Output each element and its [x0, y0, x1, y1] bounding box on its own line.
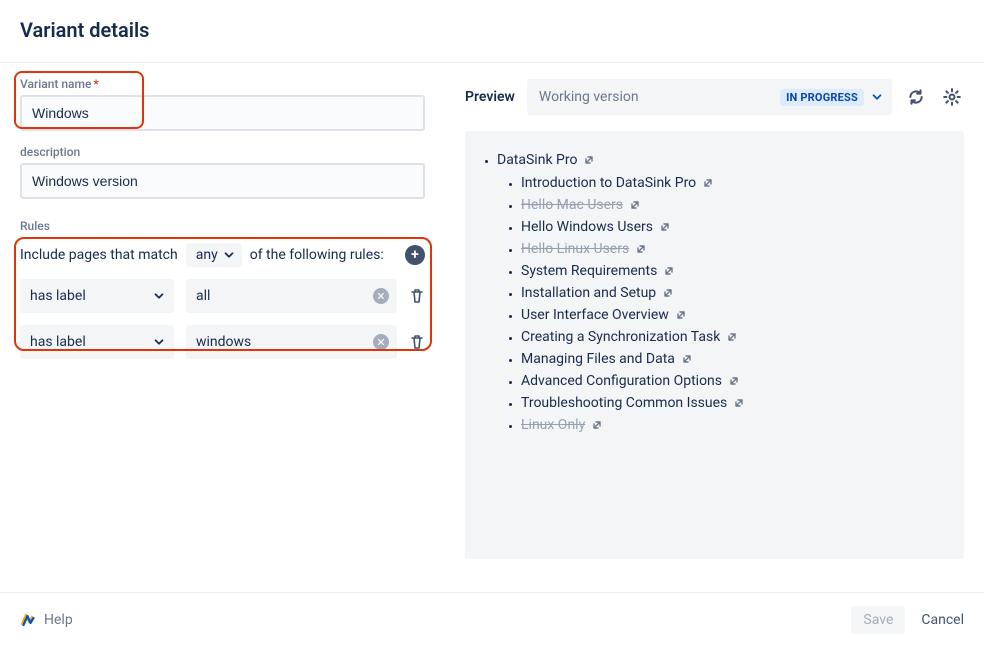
rule-value-input[interactable]: windows✕	[186, 325, 397, 359]
save-button[interactable]: Save	[851, 606, 905, 634]
external-link-icon	[591, 419, 603, 431]
chevron-down-icon	[152, 335, 166, 349]
required-asterisk: *	[93, 77, 98, 91]
external-link-icon	[662, 287, 674, 299]
external-link-icon	[675, 309, 687, 321]
external-link-icon	[629, 199, 641, 211]
modal-title: Variant details	[0, 0, 984, 62]
clear-icon[interactable]: ✕	[373, 334, 389, 350]
rules-header-row: Include pages that match any of the foll…	[20, 243, 425, 267]
page-link[interactable]: Introduction to DataSink Pro	[521, 175, 714, 191]
tree-item: User Interface Overview	[521, 304, 956, 326]
preview-header: Preview Working version IN PROGRESS	[465, 79, 964, 115]
chevron-down-icon	[152, 289, 166, 303]
tree-item: Introduction to DataSink Pro	[521, 172, 956, 194]
status-badge: IN PROGRESS	[780, 89, 864, 106]
tree-item: Linux Only	[521, 414, 956, 436]
external-link-icon	[733, 397, 745, 409]
page-link[interactable]: System Requirements	[521, 263, 675, 279]
trash-icon[interactable]	[409, 334, 425, 350]
settings-button[interactable]	[940, 85, 964, 109]
trash-icon[interactable]	[409, 288, 425, 304]
external-link-icon	[681, 353, 693, 365]
description-input[interactable]	[20, 163, 425, 199]
external-link-icon	[702, 177, 714, 189]
tree-item: Hello Mac Users	[521, 194, 956, 216]
page-link[interactable]: User Interface Overview	[521, 307, 687, 323]
rule-condition-select[interactable]: has label	[20, 325, 174, 359]
variant-details-modal: Variant details Variant name* descriptio…	[0, 0, 984, 646]
page-link[interactable]: Installation and Setup	[521, 285, 674, 301]
refresh-button[interactable]	[904, 85, 928, 109]
external-link-icon	[583, 154, 595, 166]
version-select[interactable]: Working version IN PROGRESS	[527, 79, 892, 115]
help-icon	[20, 612, 36, 628]
cancel-button[interactable]: Cancel	[921, 612, 964, 628]
tree-item: Creating a Synchronization Task	[521, 326, 956, 348]
modal-content: Variant name* description Rules Include …	[0, 62, 984, 592]
tree-item: Managing Files and Data	[521, 348, 956, 370]
external-link-icon	[726, 331, 738, 343]
rules-label: Rules	[20, 219, 425, 233]
rule-row: has label all✕	[20, 279, 425, 313]
match-mode-select[interactable]: any	[186, 243, 242, 267]
page-link[interactable]: Advanced Configuration Options	[521, 373, 740, 389]
page-link[interactable]: Hello Linux Users	[521, 241, 647, 257]
help-link[interactable]: Help	[20, 612, 73, 628]
tree-item: System Requirements	[521, 260, 956, 282]
page-link[interactable]: DataSink Pro	[497, 152, 595, 168]
chevron-down-icon	[222, 248, 236, 262]
refresh-icon	[907, 88, 925, 106]
page-link[interactable]: Troubleshooting Common Issues	[521, 395, 745, 411]
clear-icon[interactable]: ✕	[373, 288, 389, 304]
tree-item: Advanced Configuration Options	[521, 370, 956, 392]
external-link-icon	[659, 221, 671, 233]
chevron-down-icon	[870, 90, 884, 104]
page-link[interactable]: Managing Files and Data	[521, 351, 693, 367]
preview-label: Preview	[465, 89, 515, 105]
modal-footer: Help Save Cancel	[0, 592, 984, 646]
tree-item: Hello Linux Users	[521, 238, 956, 260]
variant-name-label: Variant name*	[20, 77, 425, 91]
page-link[interactable]: Hello Windows Users	[521, 219, 671, 235]
preview-panel: Preview Working version IN PROGRESS	[465, 77, 964, 592]
external-link-icon	[663, 265, 675, 277]
rule-value-input[interactable]: all✕	[186, 279, 397, 313]
preview-body: DataSink Pro Introduction to DataSink Pr…	[465, 131, 964, 559]
tree-item: Installation and Setup	[521, 282, 956, 304]
page-link[interactable]: Linux Only	[521, 417, 603, 433]
form-panel: Variant name* description Rules Include …	[20, 77, 425, 592]
variant-name-input[interactable]	[20, 95, 425, 131]
external-link-icon	[728, 375, 740, 387]
version-name: Working version	[539, 89, 639, 105]
rule-condition-select[interactable]: has label	[20, 279, 174, 313]
add-rule-button[interactable]: +	[405, 245, 425, 265]
rule-row: has label windows✕	[20, 325, 425, 359]
page-link[interactable]: Creating a Synchronization Task	[521, 329, 738, 345]
tree-item: Hello Windows Users	[521, 216, 956, 238]
tree-item: Troubleshooting Common Issues	[521, 392, 956, 414]
description-label: description	[20, 145, 425, 159]
external-link-icon	[635, 243, 647, 255]
page-tree: DataSink Pro Introduction to DataSink Pr…	[473, 149, 956, 439]
tree-root: DataSink Pro Introduction to DataSink Pr…	[497, 149, 956, 439]
page-link[interactable]: Hello Mac Users	[521, 197, 641, 213]
rules-sentence: Include pages that match any of the foll…	[20, 243, 384, 267]
gear-icon	[943, 88, 961, 106]
